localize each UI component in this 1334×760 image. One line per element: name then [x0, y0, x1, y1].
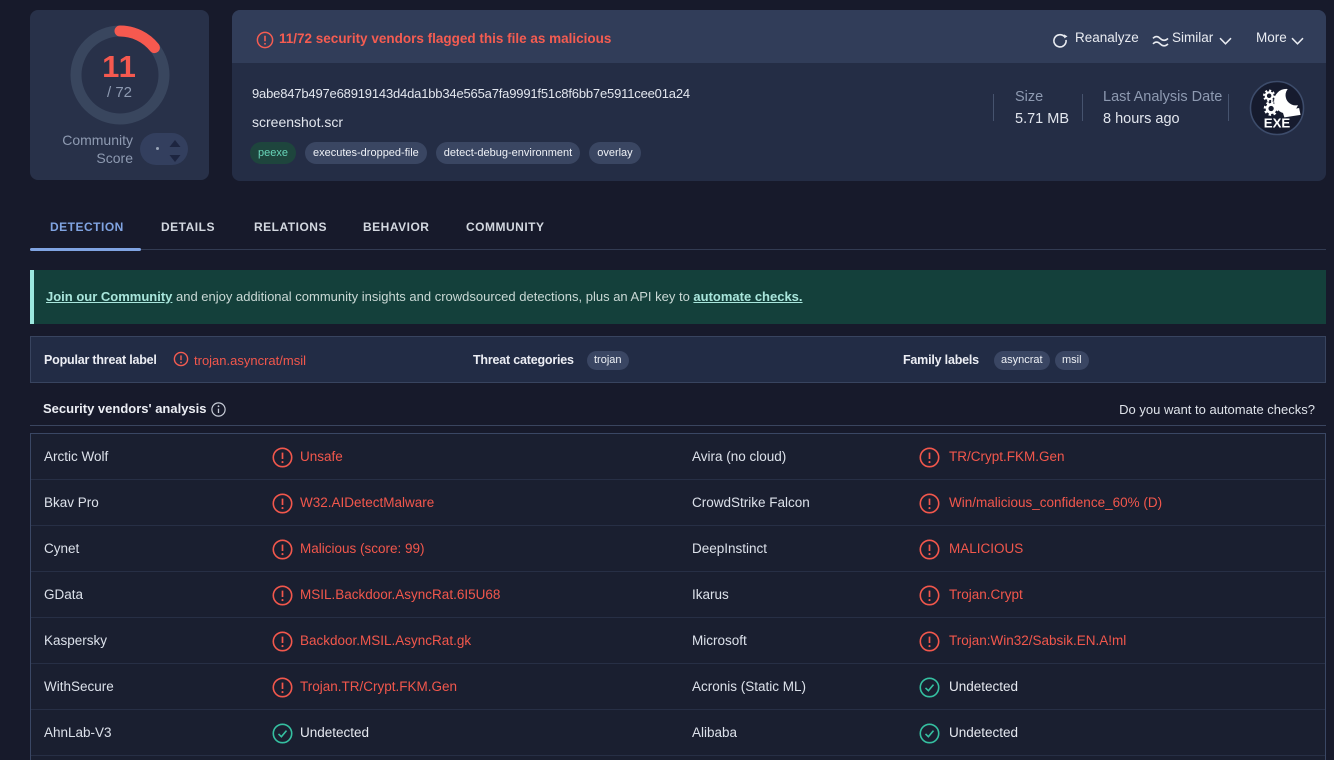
svg-text:EXE: EXE	[1264, 116, 1291, 131]
